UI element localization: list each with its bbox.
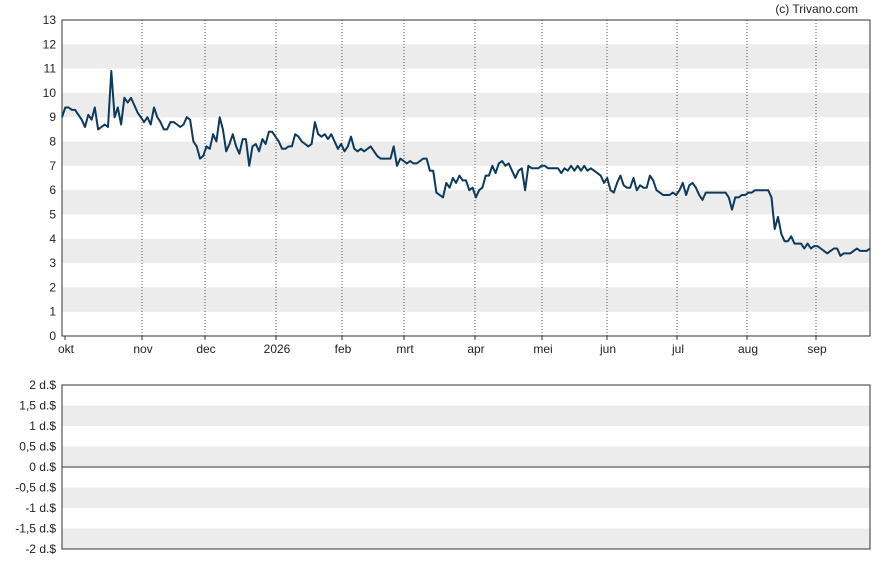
x-tick-label: dec	[196, 342, 215, 356]
y-tick-label: 2	[49, 280, 56, 294]
y-tick-label: 6	[49, 183, 56, 197]
dividend-y-tick-label: 0,5 d.$	[19, 440, 56, 454]
dividend-grid-band	[62, 446, 870, 467]
dividend-y-tick-label: -1,5 d.$	[15, 522, 56, 536]
x-tick-label: nov	[133, 342, 152, 356]
price-grid-band	[62, 190, 870, 215]
price-grid-band	[62, 44, 870, 69]
x-tick-label: mei	[533, 342, 552, 356]
dividend-y-tick-label: 2 d.$	[29, 378, 56, 392]
y-tick-label: 4	[49, 232, 56, 246]
x-tick-label: 2026	[264, 342, 291, 356]
x-tick-label: okt	[58, 342, 75, 356]
x-tick-label: jul	[671, 342, 684, 356]
dividend-grid-band	[62, 405, 870, 426]
chart-root: (c) Trivano.com 012345678910111213okt nov…	[15, 2, 871, 556]
x-tick-label: jun	[599, 342, 616, 356]
dividend-y-tick-label: 1 d.$	[29, 419, 56, 433]
dividend-y-tick-label: 0 d.$	[29, 460, 56, 474]
y-tick-label: 9	[49, 110, 56, 124]
x-tick-label: feb	[335, 342, 352, 356]
y-tick-label: 13	[43, 13, 57, 27]
x-tick-label: aug	[738, 342, 758, 356]
price-grid-band	[62, 141, 870, 166]
y-tick-label: 10	[43, 86, 57, 100]
x-tick-label: apr	[467, 342, 484, 356]
y-tick-label: 7	[49, 159, 56, 173]
dividend-grid-band	[62, 528, 870, 549]
y-tick-label: 12	[43, 37, 57, 51]
price-grid-band	[62, 92, 870, 118]
x-tick-label: sep	[807, 342, 827, 356]
dividend-y-tick-label: -1 d.$	[25, 501, 56, 515]
price-chart-panel: 012345678910111213okt nov dec 2026 feb mrt apr…	[43, 13, 871, 356]
y-tick-label: 5	[49, 207, 56, 221]
price-grid-band	[62, 287, 870, 312]
x-tick-label: mrt	[396, 342, 414, 356]
y-tick-label: 8	[49, 135, 56, 149]
dividend-y-tick-label: -0,5 d.$	[15, 481, 56, 495]
y-tick-label: 0	[49, 329, 56, 343]
copyright-label: (c) Trivano.com	[775, 2, 858, 16]
dividend-y-tick-label: -2 d.$	[25, 542, 56, 556]
dividend-grid-band	[62, 487, 870, 508]
dividend-y-tick-label: 1,5 d.$	[19, 399, 56, 413]
y-tick-label: 11	[44, 62, 57, 76]
y-tick-label: 1	[49, 305, 56, 319]
y-tick-label: 3	[49, 256, 56, 270]
dividend-chart-panel: 2 d.$ 1,5 d.$ 1 d.$ 0,5 d.$ 0 d.$ -0,5 d.$ -1 …	[15, 378, 871, 556]
price-grid-band	[62, 238, 870, 264]
